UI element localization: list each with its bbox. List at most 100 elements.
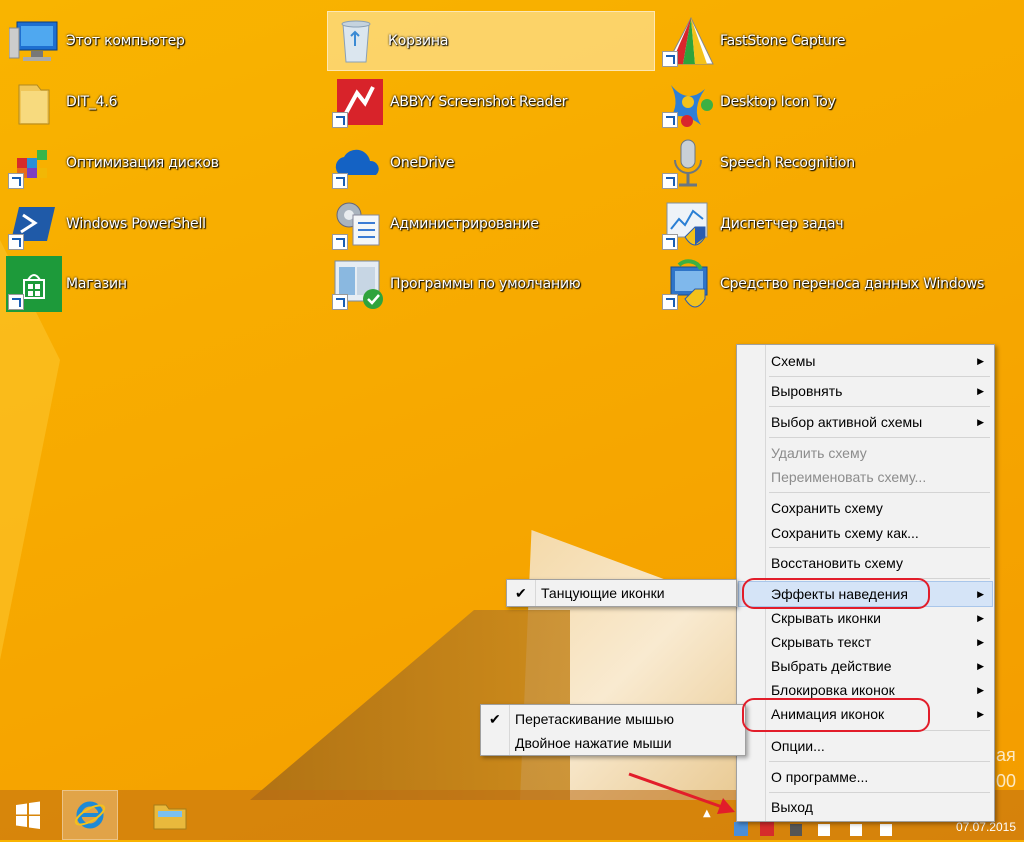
shortcut-arrow-icon	[662, 51, 678, 67]
menu-separator	[769, 547, 990, 548]
shortcut-arrow-icon	[8, 294, 24, 310]
taskbar-date[interactable]: 07.07.2015	[956, 820, 1016, 834]
desktop-icon-easy-transfer[interactable]: Средство переноса данных Windows	[660, 255, 984, 313]
desktop-icon-label: Диспетчер задач	[720, 216, 844, 232]
menu-separator	[769, 406, 990, 407]
menu-item-select-action[interactable]: Выбрать действие ▶	[739, 654, 992, 678]
desktop-icon-label: Desktop Icon Toy	[720, 94, 836, 110]
desktop-icon-task-manager[interactable]: Диспетчер задач	[660, 195, 844, 253]
abbyy-icon	[330, 74, 386, 130]
submenu-arrow-icon: ▶	[977, 417, 984, 427]
desktop-icon-abbyy[interactable]: ABBYY Screenshot Reader	[330, 73, 568, 131]
menu-item-label: Выбрать действие	[771, 658, 892, 674]
desktop-icon-label: ABBYY Screenshot Reader	[390, 94, 568, 110]
start-button[interactable]	[0, 790, 56, 840]
shortcut-arrow-icon	[8, 234, 24, 250]
desktop-icon-powershell[interactable]: Windows PowerShell	[6, 195, 206, 253]
highlight-ring-icon-animation	[742, 698, 930, 732]
menu-item-mouse-drag[interactable]: ✔ Перетаскивание мышью	[483, 707, 743, 731]
shortcut-arrow-icon	[332, 234, 348, 250]
desktop-icon-dit[interactable]: DIT_4.6	[6, 73, 118, 131]
menu-item-mouse-double-click[interactable]: Двойное нажатие мыши	[483, 731, 743, 755]
menu-item-rename-scheme: Переименовать схему...	[739, 465, 992, 489]
menu-separator	[769, 492, 990, 493]
menu-item-schemes[interactable]: Схемы ▶	[739, 349, 992, 373]
submenu-arrow-icon: ▶	[977, 637, 984, 647]
taskbar-ie-button[interactable]	[62, 790, 118, 840]
menu-item-label: Выбор активной схемы	[771, 414, 923, 430]
desktop-icon-label: Этот компьютер	[66, 33, 185, 49]
menu-item-align[interactable]: Выровнять ▶	[739, 379, 992, 403]
desktop-icon-speech-recognition[interactable]: Speech Recognition	[660, 134, 855, 192]
desktop-icon-default-programs[interactable]: Программы по умолчанию	[330, 255, 581, 313]
menu-item-exit[interactable]: Выход	[739, 795, 992, 819]
desktop-icon-label: Магазин	[66, 276, 127, 292]
menu-item-hide-text[interactable]: Скрывать текст ▶	[739, 630, 992, 654]
admin-tools-icon	[330, 196, 386, 252]
menu-item-options[interactable]: Опции...	[739, 734, 992, 758]
menu-item-label: Переименовать схему...	[771, 469, 927, 485]
file-explorer-icon	[153, 804, 187, 830]
shortcut-arrow-icon	[662, 112, 678, 128]
menu-item-label: Танцующие иконки	[541, 585, 665, 601]
menu-item-save-scheme-as[interactable]: Сохранить схему как...	[739, 521, 992, 545]
icon-animation-submenu: ✔ Перетаскивание мышью Двойное нажатие м…	[480, 704, 746, 756]
submenu-arrow-icon: ▶	[977, 589, 984, 599]
desktop-icon-label: OneDrive	[390, 155, 455, 171]
menu-item-label: Скрывать иконки	[771, 610, 882, 626]
taskbar-explorer-button[interactable]	[142, 790, 198, 840]
menu-item-label: Сохранить схему	[771, 500, 883, 516]
menu-item-about[interactable]: О программе...	[739, 765, 992, 789]
desktop-icon-label: Windows PowerShell	[66, 216, 206, 232]
folder-icon	[6, 74, 62, 130]
menu-separator	[769, 792, 990, 793]
checkmark-icon: ✔	[515, 585, 527, 601]
checkmark-icon: ✔	[489, 711, 501, 727]
powershell-icon	[6, 196, 62, 252]
desktop-icon-label: Программы по умолчанию	[390, 276, 581, 292]
menu-item-select-active-scheme[interactable]: Выбор активной схемы ▶	[739, 410, 992, 434]
shortcut-arrow-icon	[662, 173, 678, 189]
menu-item-label: Двойное нажатие мыши	[515, 735, 672, 751]
desktop-icon-defrag[interactable]: Оптимизация дисков	[6, 134, 219, 192]
desktop-icon-faststone[interactable]: FastStone Capture	[660, 12, 845, 70]
menu-separator	[769, 437, 990, 438]
menu-item-label: Скрывать текст	[771, 634, 872, 650]
internet-explorer-icon	[74, 801, 106, 829]
submenu-arrow-icon: ▶	[977, 709, 984, 719]
hidden-clock-text: ая 00	[996, 742, 1016, 794]
menu-item-hide-icons[interactable]: Скрывать иконки ▶	[739, 606, 992, 630]
onedrive-icon	[330, 135, 386, 191]
menu-item-label: Сохранить схему как...	[771, 525, 919, 541]
desktop-icon-label: Speech Recognition	[720, 155, 855, 171]
desktop-icon-store[interactable]: Магазин	[6, 255, 127, 313]
submenu-arrow-icon: ▶	[977, 685, 984, 695]
menu-item-save-scheme[interactable]: Сохранить схему	[739, 496, 992, 520]
menu-item-dancing-icons[interactable]: ✔ Танцующие иконки	[509, 581, 734, 605]
shortcut-arrow-icon	[662, 294, 678, 310]
desktop-icon-recycle-bin[interactable]: Корзина	[327, 11, 655, 71]
menu-item-restore-scheme[interactable]: Восстановить схему	[739, 551, 992, 575]
hover-effects-submenu: ✔ Танцующие иконки	[506, 579, 737, 607]
shortcut-arrow-icon	[332, 294, 348, 310]
menu-separator	[769, 761, 990, 762]
menu-item-label: Выход	[771, 799, 813, 815]
shortcut-arrow-icon	[8, 173, 24, 189]
menu-item-label: Удалить схему	[771, 445, 867, 461]
desktop-icon-label: Корзина	[388, 33, 449, 49]
desktop-icon-this-pc[interactable]: Этот компьютер	[6, 12, 185, 70]
shortcut-arrow-icon	[662, 234, 678, 250]
desktop-icon-toy-icon	[660, 74, 716, 130]
shortcut-arrow-icon	[332, 173, 348, 189]
shortcut-arrow-icon	[332, 112, 348, 128]
recycle-bin-icon	[328, 13, 384, 69]
red-annotation-arrow	[628, 772, 735, 814]
desktop-icon-desktop-icon-toy[interactable]: Desktop Icon Toy	[660, 73, 836, 131]
default-programs-icon	[330, 256, 386, 312]
computer-icon	[6, 13, 62, 69]
menu-item-label: Схемы	[771, 353, 816, 369]
windows-logo-icon	[16, 801, 40, 829]
desktop-icon-admin-tools[interactable]: Администрирование	[330, 195, 539, 253]
desktop-icon-label: Оптимизация дисков	[66, 155, 219, 171]
desktop-icon-onedrive[interactable]: OneDrive	[330, 134, 454, 192]
